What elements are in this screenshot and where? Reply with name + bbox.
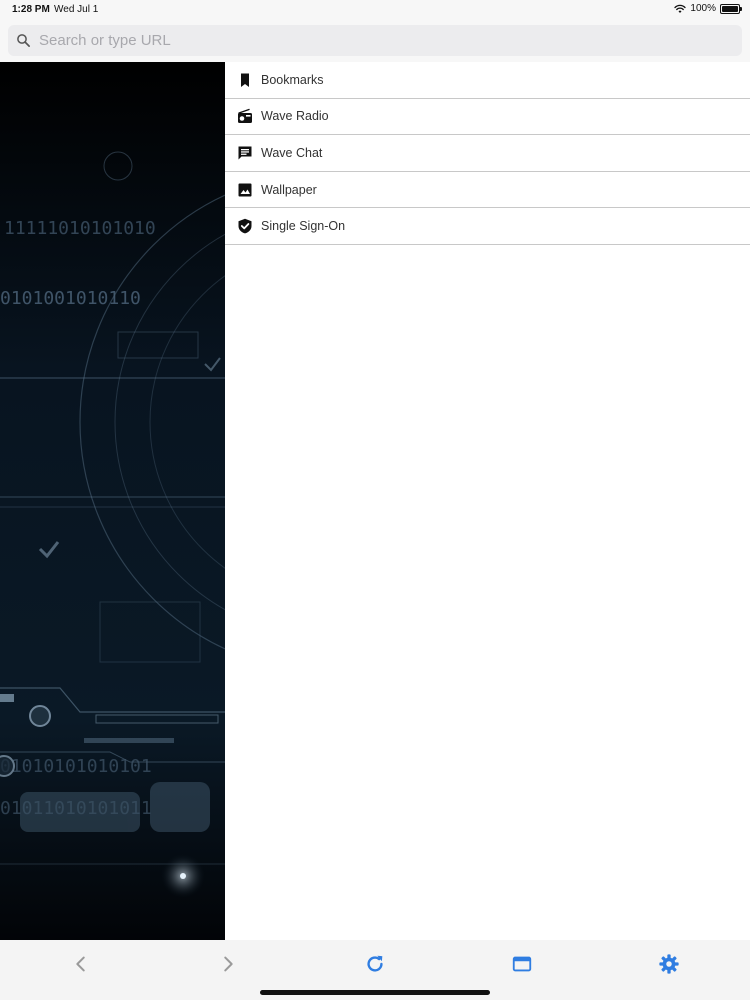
side-menu: Bookmarks Wave Radio Wave Chat Wallpaper… (225, 62, 750, 940)
svg-text:0101001010110: 0101001010110 (0, 288, 141, 309)
gear-icon (659, 954, 679, 974)
chevron-right-icon (224, 956, 233, 972)
menu-item-wallpaper[interactable]: Wallpaper (225, 172, 750, 209)
menu-item-label: Wallpaper (261, 182, 317, 197)
menu-item-label: Single Sign-On (261, 219, 346, 234)
url-bar[interactable] (8, 25, 742, 56)
status-time: 1:28 PM (12, 4, 50, 15)
battery-icon (720, 3, 742, 14)
reload-icon (367, 955, 383, 972)
wallpaper-image: 11111010101010 0101001010110 01010101010… (0, 62, 225, 940)
home-indicator[interactable] (260, 990, 490, 995)
menu-item-label: Bookmarks (261, 72, 324, 87)
reload-button[interactable] (360, 951, 390, 977)
wallpaper-background: 11111010101010 0101001010110 01010101010… (0, 62, 225, 940)
settings-button[interactable] (654, 951, 684, 977)
tabs-button[interactable] (507, 951, 537, 977)
svg-text:11111010101010: 11111010101010 (4, 218, 156, 239)
battery-percent: 100% (690, 3, 716, 14)
back-button[interactable] (66, 951, 96, 977)
search-input[interactable] (39, 32, 719, 49)
menu-item-single-sign-on[interactable]: Single Sign-On (225, 208, 750, 245)
shield-check-icon (236, 217, 254, 235)
chat-icon (236, 144, 254, 162)
status-bar: 1:28 PM Wed Jul 1 100% (0, 0, 750, 20)
search-icon (17, 34, 30, 47)
menu-item-label: Wave Chat (261, 145, 323, 160)
image-icon (236, 181, 254, 199)
radio-icon (236, 107, 254, 125)
status-right: 100% (674, 3, 742, 14)
menu-item-wave-chat[interactable]: Wave Chat (225, 135, 750, 172)
menu-item-label: Wave Radio (261, 109, 329, 124)
bookmark-icon (236, 71, 254, 89)
url-bar-container (0, 20, 750, 62)
menu-item-wave-radio[interactable]: Wave Radio (225, 99, 750, 136)
status-date: Wed Jul 1 (54, 4, 99, 15)
svg-text:01010101010101: 01010101010101 (0, 756, 152, 777)
wifi-icon (674, 4, 687, 13)
chevron-left-icon (76, 956, 85, 972)
forward-button[interactable] (213, 951, 243, 977)
tabs-icon (512, 956, 532, 972)
menu-item-bookmarks[interactable]: Bookmarks (225, 62, 750, 99)
